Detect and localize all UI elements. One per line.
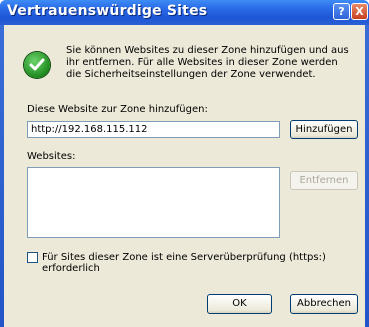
info-text: Sie können Websites zu dieser Zone hinzu… bbox=[66, 45, 349, 80]
ok-button[interactable]: OK bbox=[207, 294, 272, 314]
cancel-button[interactable]: Abbrechen bbox=[290, 294, 358, 314]
remove-button[interactable]: Entfernen bbox=[290, 171, 358, 190]
help-button[interactable]: ? bbox=[333, 3, 350, 20]
https-checkbox-label[interactable]: Für Sites dieser Zone ist eine Serverübe… bbox=[42, 252, 369, 274]
https-checkbox[interactable] bbox=[27, 252, 38, 263]
add-button[interactable]: Hinzufügen bbox=[290, 120, 358, 139]
websites-label: Websites: bbox=[27, 151, 76, 162]
add-site-label: Diese Website zur Zone hinzufügen: bbox=[27, 104, 208, 115]
title-bar[interactable]: Vertrauenswürdige Sites ? X bbox=[0, 0, 369, 25]
url-input[interactable]: http://192.168.115.112 bbox=[27, 121, 280, 138]
close-button[interactable]: X bbox=[351, 3, 368, 20]
dialog-window: Vertrauenswürdige Sites ? X Sie können W… bbox=[0, 0, 369, 327]
window-title: Vertrauenswürdige Sites bbox=[7, 3, 208, 19]
websites-list[interactable] bbox=[27, 167, 280, 238]
checkmark-icon bbox=[24, 52, 50, 78]
